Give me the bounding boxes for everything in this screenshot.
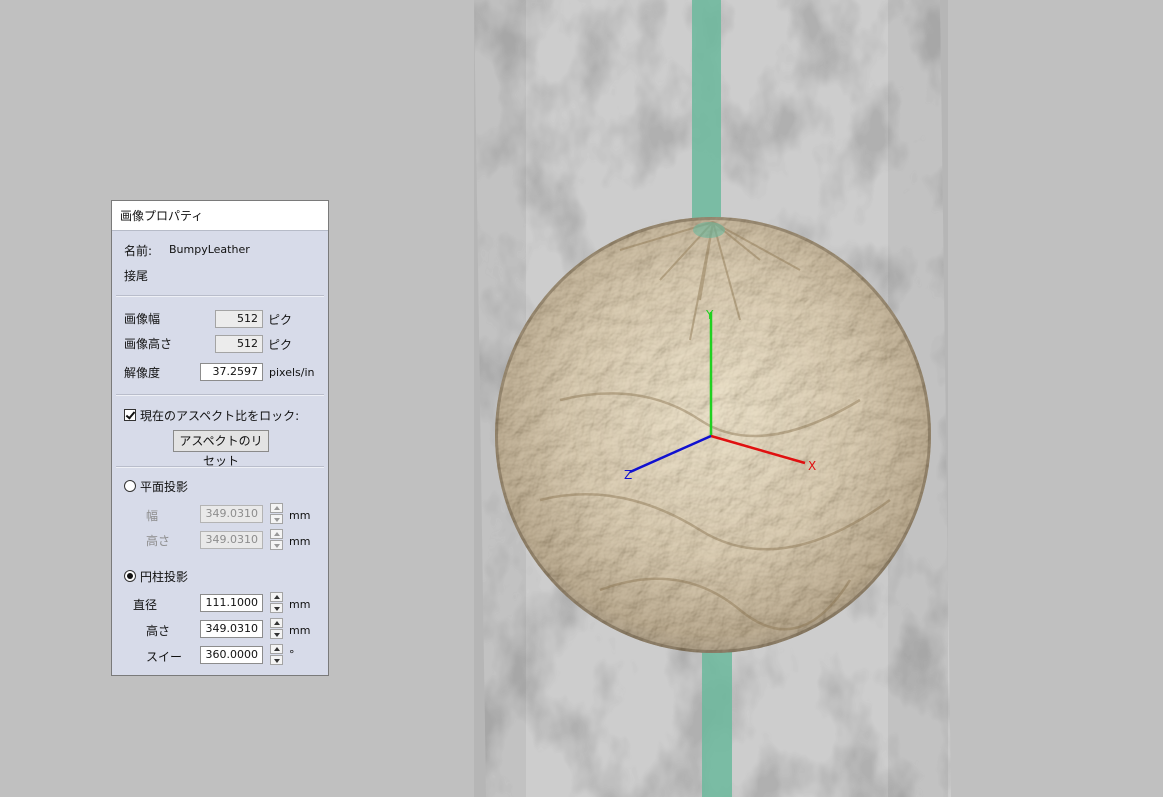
resolution-unit: pixels/in [269,366,315,379]
planar-width-stepper [270,503,283,525]
lock-aspect-checkbox[interactable] [124,409,136,421]
name-label: 名前: [124,244,153,258]
axis-x-label: X [808,459,816,473]
diameter-unit: mm [289,598,311,611]
reset-aspect-button[interactable]: アスペクトのリセット [173,430,269,468]
divider [116,394,324,396]
resolution-label: 解像度 [124,366,161,380]
resolution-field[interactable]: 37.2597 [200,363,263,381]
cylinder-height-stepper[interactable] [270,618,283,640]
cylindrical-projection-label: 円柱投影 [140,570,189,584]
sweep-stepper[interactable] [270,644,283,666]
cylinder-height-label: 高さ [146,624,171,638]
image-height-unit: ピク [268,338,293,352]
image-width-unit: ピク [268,313,293,327]
planar-projection-label: 平面投影 [140,480,189,494]
lock-aspect-label: 現在のアスペクト比をロック: [140,409,300,423]
panel-title: 画像プロパティ [112,201,328,231]
planar-width-label: 幅 [146,509,159,523]
cylinder-height-field[interactable]: 349.0310 [200,620,263,638]
axis-z-label: Z [624,468,632,482]
planar-height-field: 349.0310 [200,531,263,549]
sweep-field[interactable]: 360.0000 [200,646,263,664]
diameter-label: 直径 [133,598,158,612]
image-properties-panel: 画像プロパティ 名前: BumpyLeather 接尾 画像幅 512 ピク 画… [111,200,329,676]
planar-height-stepper [270,529,283,551]
planar-projection-radio[interactable] [124,480,136,492]
divider [116,295,324,297]
image-width-field: 512 [215,310,263,328]
planar-width-unit: mm [289,509,311,522]
axis-y-label: Y [705,308,714,322]
diameter-stepper[interactable] [270,592,283,614]
name-value: BumpyLeather [169,243,250,256]
planar-width-field: 349.0310 [200,505,263,523]
image-height-label: 画像高さ [124,337,173,351]
divider [116,466,324,468]
cylindrical-projection-radio[interactable] [124,570,136,582]
sweep-label: スイー [146,650,183,664]
image-width-label: 画像幅 [124,312,161,326]
suffix-label: 接尾 [124,269,149,283]
sweep-unit: ° [289,648,295,661]
planar-height-label: 高さ [146,534,171,548]
image-height-field: 512 [215,335,263,353]
diameter-field[interactable]: 111.1000 [200,594,263,612]
planar-height-unit: mm [289,535,311,548]
cylinder-height-unit: mm [289,624,311,637]
